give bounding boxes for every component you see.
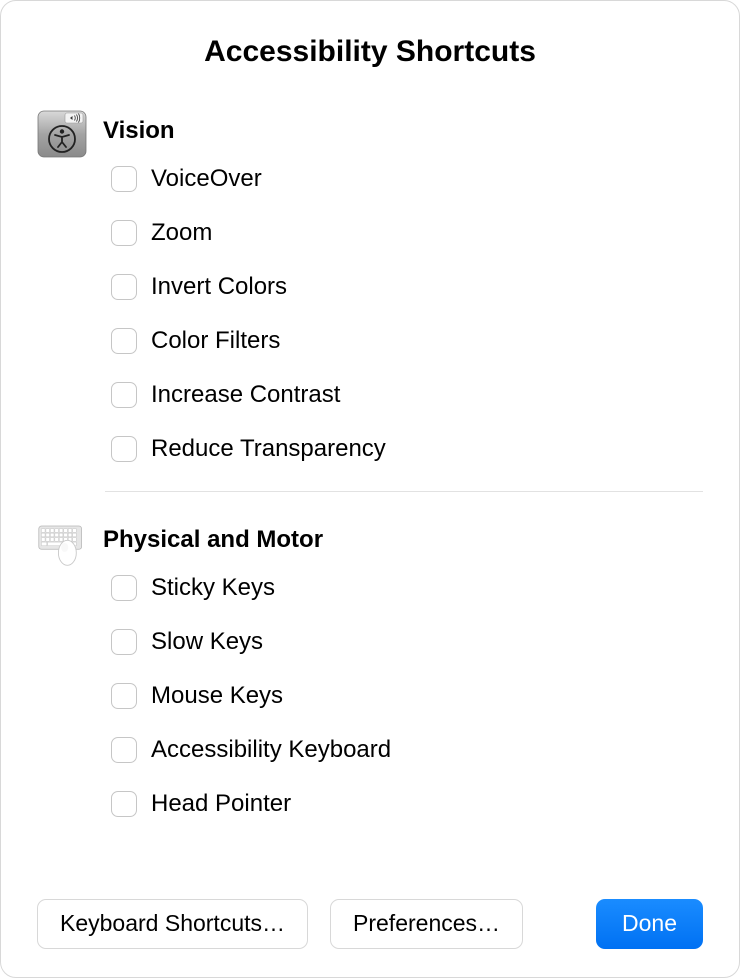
- option-label-zoom: Zoom: [151, 219, 212, 247]
- option-zoom: Zoom: [111, 219, 703, 247]
- checkbox-accessibility-keyboard[interactable]: [111, 737, 137, 763]
- checkbox-increase-contrast[interactable]: [111, 382, 137, 408]
- option-voiceover: VoiceOver: [111, 165, 703, 193]
- preferences-button[interactable]: Preferences…: [330, 899, 523, 949]
- option-increase-contrast: Increase Contrast: [111, 381, 703, 409]
- section-vision: Vision VoiceOver Zoom Invert Colors Colo…: [37, 113, 703, 463]
- done-button[interactable]: Done: [596, 899, 703, 949]
- section-physical-motor: Physical and Motor Sticky Keys Slow Keys…: [37, 522, 703, 818]
- option-label-reduce-transparency: Reduce Transparency: [151, 435, 386, 463]
- panel-title: Accessibility Shortcuts: [37, 35, 703, 69]
- option-label-voiceover: VoiceOver: [151, 165, 262, 193]
- checkbox-zoom[interactable]: [111, 220, 137, 246]
- section-physical-title: Physical and Motor: [103, 526, 703, 554]
- option-label-accessibility-keyboard: Accessibility Keyboard: [151, 736, 391, 764]
- option-label-head-pointer: Head Pointer: [151, 790, 291, 818]
- vision-options: VoiceOver Zoom Invert Colors Color Filte…: [111, 165, 703, 463]
- physical-options: Sticky Keys Slow Keys Mouse Keys Accessi…: [111, 574, 703, 818]
- footer-buttons: Keyboard Shortcuts… Preferences… Done: [37, 869, 703, 949]
- option-label-color-filters: Color Filters: [151, 327, 280, 355]
- vision-accessibility-icon: [37, 109, 87, 159]
- checkbox-sticky-keys[interactable]: [111, 575, 137, 601]
- checkbox-reduce-transparency[interactable]: [111, 436, 137, 462]
- option-invert-colors: Invert Colors: [111, 273, 703, 301]
- section-vision-body: Vision VoiceOver Zoom Invert Colors Colo…: [103, 113, 703, 463]
- option-label-slow-keys: Slow Keys: [151, 628, 263, 656]
- checkbox-head-pointer[interactable]: [111, 791, 137, 817]
- accessibility-shortcuts-panel: Accessibility Shortcuts: [0, 0, 740, 978]
- checkbox-invert-colors[interactable]: [111, 274, 137, 300]
- option-label-invert-colors: Invert Colors: [151, 273, 287, 301]
- option-accessibility-keyboard: Accessibility Keyboard: [111, 736, 703, 764]
- section-vision-title: Vision: [103, 117, 703, 145]
- checkbox-voiceover[interactable]: [111, 166, 137, 192]
- checkbox-mouse-keys[interactable]: [111, 683, 137, 709]
- keyboard-mouse-icon: [37, 518, 87, 568]
- option-sticky-keys: Sticky Keys: [111, 574, 703, 602]
- option-color-filters: Color Filters: [111, 327, 703, 355]
- checkbox-color-filters[interactable]: [111, 328, 137, 354]
- option-label-increase-contrast: Increase Contrast: [151, 381, 340, 409]
- option-head-pointer: Head Pointer: [111, 790, 703, 818]
- divider: [105, 491, 703, 492]
- option-slow-keys: Slow Keys: [111, 628, 703, 656]
- section-physical-body: Physical and Motor Sticky Keys Slow Keys…: [103, 522, 703, 818]
- option-label-sticky-keys: Sticky Keys: [151, 574, 275, 602]
- option-reduce-transparency: Reduce Transparency: [111, 435, 703, 463]
- option-label-mouse-keys: Mouse Keys: [151, 682, 283, 710]
- option-mouse-keys: Mouse Keys: [111, 682, 703, 710]
- checkbox-slow-keys[interactable]: [111, 629, 137, 655]
- keyboard-shortcuts-button[interactable]: Keyboard Shortcuts…: [37, 899, 308, 949]
